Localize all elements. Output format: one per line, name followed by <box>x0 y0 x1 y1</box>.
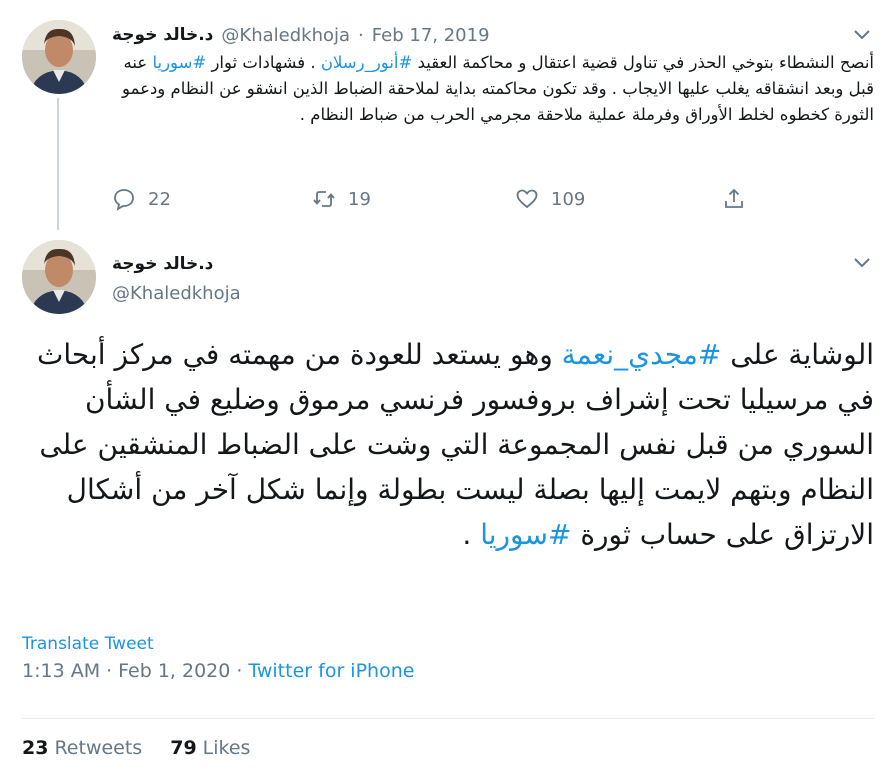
retweets-label: Retweets <box>54 737 143 759</box>
chevron-down-icon[interactable] <box>850 22 874 46</box>
hashtag-link[interactable]: #سوريا <box>480 518 571 551</box>
share-icon <box>725 188 743 208</box>
retweet-icon <box>313 191 335 207</box>
like-button[interactable]: 109 <box>515 187 585 211</box>
heart-icon <box>516 189 538 209</box>
display-name[interactable]: د.خالد خوجة <box>112 25 213 45</box>
tweet-metadata: 1:13 AM · Feb 1, 2020 · Twitter for iPho… <box>22 660 414 682</box>
share-button[interactable] <box>722 187 746 211</box>
retweet-button[interactable]: 19 <box>312 187 371 211</box>
likes-label: Likes <box>202 737 251 759</box>
tweet-text: الوشاية على #مجدي_نعمة وهو يستعد للعودة … <box>22 332 874 557</box>
reply-count: 22 <box>148 188 171 210</box>
reply-icon <box>114 189 134 211</box>
tweet-date[interactable]: Feb 17, 2019 <box>372 25 490 46</box>
tweet-source-link[interactable]: Twitter for iPhone <box>248 660 414 682</box>
reply-button[interactable]: 22 <box>112 187 171 211</box>
profile-photo <box>22 20 96 94</box>
hashtag-link[interactable]: #سوريا <box>152 53 206 72</box>
retweets-count: 23 <box>22 737 49 759</box>
avatar[interactable] <box>22 20 96 94</box>
tweet-text: أنصح النشطاء بتوخي الحذر في تناول قضية ا… <box>112 50 874 128</box>
tweet-time[interactable]: 1:13 AM <box>22 660 100 682</box>
handle[interactable]: @Khaledkhoja <box>221 25 350 46</box>
tweet-stats: 23 Retweets 79 Likes <box>22 737 250 759</box>
retweet-count: 19 <box>348 188 371 210</box>
separator: · <box>106 660 113 682</box>
chevron-down-icon[interactable] <box>850 250 874 274</box>
hashtag-link[interactable]: #مجدي_نعمة <box>562 338 722 371</box>
tweet-text-segment: أنصح النشطاء بتوخي الحذر في تناول قضية ا… <box>412 53 874 72</box>
avatar[interactable] <box>22 240 96 314</box>
separator: · <box>358 24 364 46</box>
tweet-date[interactable]: Feb 1, 2020 <box>118 660 230 682</box>
tweet-text-segment: . <box>462 518 481 551</box>
divider <box>22 718 874 719</box>
display-name[interactable]: د.خالد خوجة <box>112 254 213 274</box>
tweet-text-segment: . فشهادات ثوار <box>206 53 321 72</box>
profile-photo <box>22 240 96 314</box>
separator: · <box>236 660 243 682</box>
retweets-stat[interactable]: 23 Retweets <box>22 737 142 759</box>
likes-count: 79 <box>170 737 197 759</box>
tweet-actions: 22 19 109 <box>112 182 752 216</box>
thread-connector <box>57 98 59 230</box>
handle[interactable]: @Khaledkhoja <box>112 283 241 304</box>
hashtag-link[interactable]: #أنور_رسلان <box>321 53 413 72</box>
translate-tweet-link[interactable]: Translate Tweet <box>22 634 154 654</box>
like-count: 109 <box>551 188 586 210</box>
tweet-text-segment: الوشاية على <box>721 338 874 371</box>
likes-stat[interactable]: 79 Likes <box>170 737 250 759</box>
